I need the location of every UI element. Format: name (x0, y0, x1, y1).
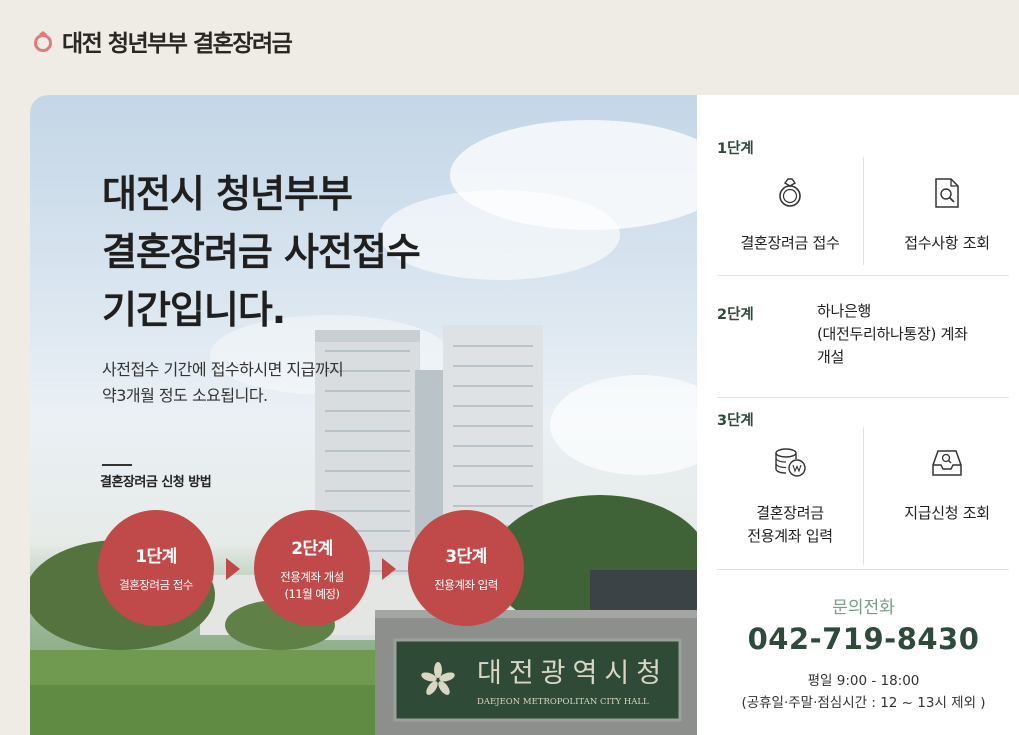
ring-icon (32, 29, 56, 53)
method-label: 결혼장려금 신청 방법 (100, 475, 212, 490)
hero-title: 대전시 청년부부 결혼장려금 사전접수 기간입니다. (102, 172, 421, 332)
check-application-button[interactable]: 접수사항 조회 (864, 177, 1019, 255)
apply-button[interactable]: 결혼장려금 접수 (717, 177, 863, 255)
step-circle-3: 3단계 전용계좌 입력 (408, 510, 524, 626)
arrow-right-icon (226, 558, 240, 580)
divider (717, 275, 1009, 276)
step-circle-1: 1단계 결혼장려금 접수 (98, 510, 214, 626)
ring-icon (717, 177, 863, 216)
step-circle-2: 2단계 전용계좌 개설 (11월 예정) (254, 510, 370, 626)
divider (717, 397, 1009, 398)
side-panel: 1단계 결혼장려금 접수 접수사항 조회 2단계 하나은행 (대전두리하나통장)… (697, 95, 1019, 735)
contact-label: 문의전화 (832, 598, 895, 618)
bank-account-info: 하나은행 (대전두리하나통장) 계좌 개설 (817, 302, 968, 366)
step3-label: 3단계 (717, 413, 754, 429)
hero-banner: 대전광역시청 DAEJEON METROPOLITAN CITY HALL 대전… (30, 95, 697, 735)
site-logo-text[interactable]: 대전 청년부부 결혼장려금 (62, 24, 293, 58)
step2-label: 2단계 (717, 307, 754, 323)
sign-text: 대전광역시청 (477, 658, 668, 689)
coins-won-icon (717, 447, 863, 486)
arrow-right-icon (382, 558, 396, 580)
inbox-search-icon (864, 447, 1019, 486)
step1-label: 1단계 (717, 141, 754, 157)
divider (102, 464, 132, 466)
sign-subtext: DAEJEON METROPOLITAN CITY HALL (477, 697, 649, 707)
account-input-button[interactable]: 결혼장려금 전용계좌 입력 (717, 447, 863, 548)
contact-note: (공휴일·주말·점심시간 : 12 ~ 13시 제외 ) (741, 695, 986, 711)
site-header: 대전 청년부부 결혼장려금 (32, 24, 293, 58)
contact-hours: 평일 9:00 - 18:00 (807, 673, 920, 689)
main-card: 대전광역시청 DAEJEON METROPOLITAN CITY HALL 대전… (30, 95, 1019, 735)
hero-subtitle: 사전접수 기간에 접수하시면 지급까지 약3개월 정도 소요됩니다. (102, 360, 344, 405)
divider (717, 569, 1009, 570)
document-search-icon (864, 177, 1019, 216)
contact-phone[interactable]: 042-719-8430 (697, 622, 1019, 656)
payment-status-button[interactable]: 지급신청 조회 (864, 447, 1019, 525)
